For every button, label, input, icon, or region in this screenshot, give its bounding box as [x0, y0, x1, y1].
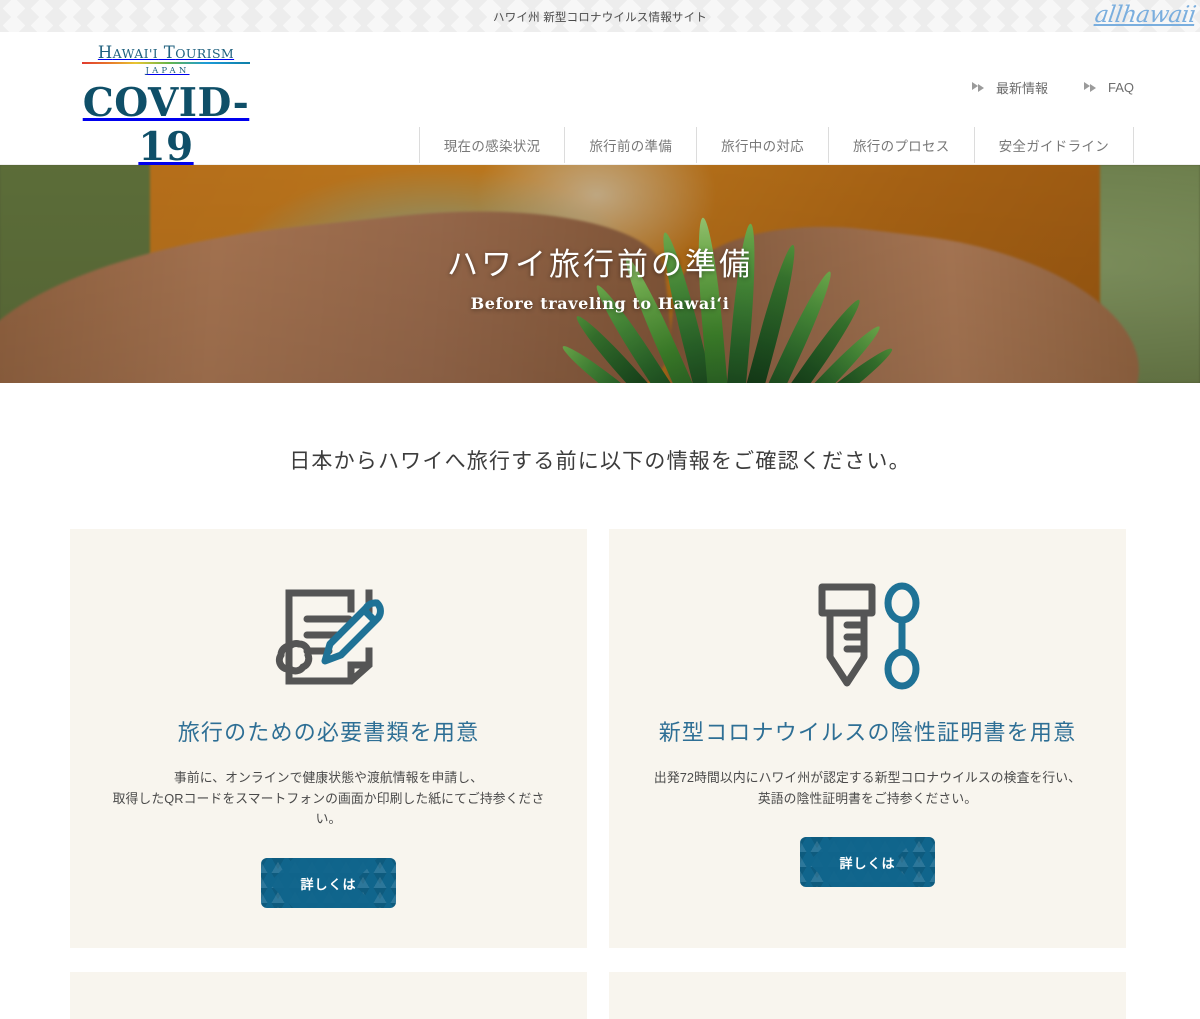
double-arrow-icon: [1083, 81, 1099, 94]
main-navigation: 現在の感染状況 旅行前の準備 旅行中の対応 旅行のプロセス 安全ガイドライン: [418, 127, 1134, 163]
nav-item-before-travel[interactable]: 旅行前の準備: [564, 127, 696, 163]
document-pen-icon: [100, 573, 557, 699]
utility-link-label: 最新情報: [995, 81, 1048, 96]
logo-country: JAPAN: [145, 66, 190, 77]
site-title: ハワイ州 新型コロナウイルス情報サイト: [493, 12, 707, 24]
utility-link-faq[interactable]: FAQ: [1083, 80, 1134, 95]
utility-link-label: FAQ: [1107, 80, 1134, 95]
info-card-body-line1: 出発72時間以内にハワイ州が認定する新型コロナウイルスの検査を行い、: [653, 770, 1082, 785]
info-card-grid: 旅行のための必要書類を用意 事前に、オンラインで健康状態や渡航情報を申請し、 取…: [0, 475, 1200, 1019]
hero-subtitle: Before traveling to Hawai‘i: [470, 294, 730, 313]
allhawaii-brand-logo[interactable]: allhawaii: [1094, 2, 1198, 28]
info-card-body-line1: 事前に、オンラインで健康状態や渡航情報を申請し、: [173, 770, 484, 785]
main-content: 日本からハワイへ旅行する前に以下の情報をご確認ください。 旅行のための必要書類を…: [0, 383, 1200, 1019]
utility-links: 最新情報 FAQ: [971, 78, 1134, 97]
info-card-checklist: [609, 972, 1126, 1019]
logo-covid-title: COVID-19: [82, 80, 250, 170]
page-lead-text: 日本からハワイへ旅行する前に以下の情報をご確認ください。: [289, 450, 911, 473]
hero-title: ハワイ旅行前の準備: [447, 247, 753, 282]
info-card-airplane: [70, 972, 587, 1019]
nav-item-current-status[interactable]: 現在の感染状況: [418, 127, 565, 163]
nav-item-during-travel[interactable]: 旅行中の対応: [696, 127, 828, 163]
test-tube-swab-icon: [639, 573, 1096, 699]
info-card-button-label: 詳しくは: [839, 855, 896, 871]
info-card-detail-button[interactable]: 詳しくは: [261, 858, 396, 909]
info-card-body-line2: 取得したQRコードをスマートフォンの画面か印刷した紙にてご持参ください。: [112, 790, 545, 827]
top-utility-bar: ハワイ州 新型コロナウイルス情報サイト allhawaii: [0, 0, 1200, 32]
hero-banner: ハワイ旅行前の準備 Before traveling to Hawai‘i: [0, 165, 1200, 383]
utility-link-latest-info[interactable]: 最新情報: [971, 78, 1048, 97]
logo-org-name: HAWAI'I TOURISM: [97, 43, 235, 62]
info-card-documents: 旅行のための必要書類を用意 事前に、オンラインで健康状態や渡航情報を申請し、 取…: [70, 529, 587, 949]
nav-item-safety-guidelines[interactable]: 安全ガイドライン: [973, 127, 1134, 163]
info-card-body: 出発72時間以内にハワイ州が認定する新型コロナウイルスの検査を行い、 英語の陰性…: [639, 768, 1096, 809]
info-card-body: 事前に、オンラインで健康状態や渡航情報を申請し、 取得したQRコードをスマートフ…: [100, 768, 557, 830]
nav-item-travel-process[interactable]: 旅行のプロセス: [827, 127, 974, 163]
info-card-body-line2: 英語の陰性証明書をご持参ください。: [757, 790, 978, 806]
info-card-button-label: 詳しくは: [300, 876, 357, 892]
logo-rainbow-rule: [82, 62, 250, 65]
double-arrow-icon: [971, 81, 987, 94]
info-card-title: 旅行のための必要書類を用意: [177, 720, 480, 745]
info-card-title: 新型コロナウイルスの陰性証明書を用意: [658, 720, 1077, 745]
site-header: HAWAI'I TOURISM JAPAN COVID-19 情報サイト 最新情…: [0, 32, 1200, 189]
info-card-negative-certificate: 新型コロナウイルスの陰性証明書を用意 出発72時間以内にハワイ州が認定する新型コ…: [609, 529, 1126, 949]
info-card-detail-button[interactable]: 詳しくは: [800, 837, 935, 888]
